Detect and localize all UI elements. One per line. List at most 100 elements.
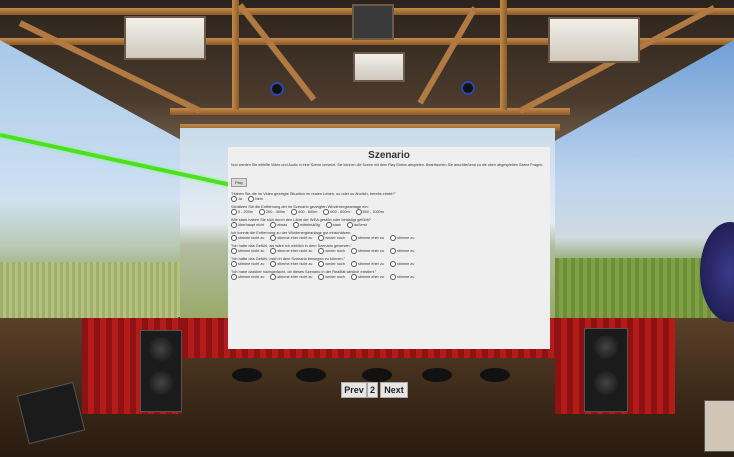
answer-option[interactable]: stimme eher nicht zu bbox=[270, 248, 312, 254]
answer-option[interactable]: überhaupt nicht bbox=[231, 222, 264, 228]
radio-button[interactable] bbox=[231, 196, 237, 202]
answer-option[interactable]: 200 - 400m bbox=[258, 209, 285, 215]
answer-option[interactable]: 800 - 1000m bbox=[355, 209, 384, 215]
radio-button[interactable] bbox=[270, 261, 277, 267]
question-block: Schätzen Sie die Entfernung der im Szena… bbox=[231, 204, 547, 215]
radio-button[interactable] bbox=[270, 274, 277, 280]
speaker bbox=[584, 328, 628, 412]
answer-option[interactable]: stimme zu bbox=[390, 235, 414, 241]
answer-option[interactable]: etwas bbox=[270, 222, 287, 228]
radio-button[interactable] bbox=[318, 274, 325, 280]
option-label: stimme eher zu bbox=[358, 275, 385, 279]
answer-option[interactable]: 400 - 600m bbox=[291, 209, 317, 215]
radio-button[interactable] bbox=[270, 248, 277, 254]
radio-button[interactable] bbox=[390, 248, 397, 254]
truss-post bbox=[232, 0, 239, 110]
answer-option[interactable]: stimme nicht zu bbox=[231, 261, 264, 267]
answer-option[interactable]: weder noch bbox=[318, 261, 345, 267]
radio-button[interactable] bbox=[325, 222, 332, 228]
option-label: stimme zu bbox=[397, 236, 415, 240]
radio-button[interactable] bbox=[390, 261, 397, 267]
answer-option[interactable]: weder noch bbox=[318, 248, 345, 254]
radio-button[interactable] bbox=[323, 209, 330, 215]
radio-button[interactable] bbox=[318, 235, 325, 241]
answer-option[interactable]: weder noch bbox=[318, 235, 345, 241]
question-block: "Haben Sie die im Video gezeigte Situati… bbox=[231, 191, 547, 202]
radio-button[interactable] bbox=[351, 261, 358, 267]
answer-option[interactable]: stimme zu bbox=[390, 261, 414, 267]
option-label: stimme nicht zu bbox=[238, 275, 265, 279]
radio-button[interactable] bbox=[318, 261, 325, 267]
radio-button[interactable] bbox=[390, 235, 397, 241]
answer-options: Ja Nein bbox=[231, 196, 547, 202]
prev-button[interactable]: Prev bbox=[341, 382, 367, 398]
option-label: stimme zu bbox=[397, 262, 415, 266]
answer-option[interactable]: äußerst bbox=[346, 222, 367, 228]
radio-button[interactable] bbox=[355, 209, 362, 215]
question-block: Wie stark haben Sie sich durch den Lärm … bbox=[231, 217, 547, 228]
option-label: stimme eher zu bbox=[358, 262, 385, 266]
option-label: Nein bbox=[255, 197, 263, 201]
option-label: weder noch bbox=[325, 262, 346, 266]
option-label: äußerst bbox=[353, 223, 367, 227]
answer-option[interactable]: mittelmäßig bbox=[293, 222, 320, 228]
ceiling-light-fixture bbox=[548, 17, 640, 63]
answer-option[interactable]: stimme eher nicht zu bbox=[270, 261, 312, 267]
stool bbox=[480, 368, 510, 382]
answer-option[interactable]: stimme eher zu bbox=[351, 248, 384, 254]
answer-option[interactable]: stimme eher zu bbox=[351, 261, 384, 267]
radio-button[interactable] bbox=[231, 261, 237, 267]
question-list: "Haben Sie die im Video gezeigte Situati… bbox=[231, 191, 547, 280]
option-label: weder noch bbox=[325, 249, 346, 253]
radio-button[interactable] bbox=[270, 222, 277, 228]
truss-beam bbox=[170, 108, 570, 115]
answer-option[interactable]: stimme nicht zu bbox=[231, 248, 264, 254]
answer-options: stimme nicht zu stimme eher nicht zu weder… bbox=[231, 235, 547, 241]
radio-button[interactable] bbox=[270, 235, 277, 241]
stool bbox=[296, 368, 326, 382]
answer-option[interactable]: stimme eher zu bbox=[351, 274, 384, 280]
answer-option[interactable]: stimme nicht zu bbox=[231, 235, 264, 241]
radio-button[interactable] bbox=[248, 196, 255, 202]
answer-option[interactable]: stimme eher nicht zu bbox=[270, 235, 312, 241]
radio-button[interactable] bbox=[351, 248, 358, 254]
answer-option[interactable]: weder noch bbox=[318, 274, 345, 280]
answer-option[interactable]: stimme nicht zu bbox=[231, 274, 264, 280]
option-label: stimme eher nicht zu bbox=[277, 236, 313, 240]
answer-option[interactable]: stimme zu bbox=[390, 274, 414, 280]
answer-option[interactable]: Nein bbox=[248, 196, 263, 202]
radio-button[interactable] bbox=[258, 209, 265, 215]
radio-button[interactable] bbox=[231, 222, 237, 228]
option-label: stimme eher nicht zu bbox=[277, 262, 313, 266]
radio-button[interactable] bbox=[231, 274, 237, 280]
answer-option[interactable]: stark bbox=[325, 222, 341, 228]
option-label: stimme eher zu bbox=[358, 249, 385, 253]
ceiling-lamp bbox=[270, 82, 284, 96]
radio-button[interactable] bbox=[231, 209, 237, 215]
play-button[interactable]: Play bbox=[231, 178, 247, 187]
radio-button[interactable] bbox=[351, 274, 358, 280]
answer-options: überhaupt nicht etwas mittelmäßig stark äuße… bbox=[231, 222, 547, 228]
radio-button[interactable] bbox=[231, 235, 237, 241]
option-label: mittelmäßig bbox=[300, 223, 320, 227]
radio-button[interactable] bbox=[351, 235, 358, 241]
radio-button[interactable] bbox=[293, 222, 300, 228]
next-button[interactable]: Next bbox=[380, 382, 408, 398]
option-label: stimme eher nicht zu bbox=[277, 275, 313, 279]
answer-option[interactable]: 0 - 200m bbox=[231, 209, 253, 215]
radio-button[interactable] bbox=[231, 248, 237, 254]
survey-intro: Nun werden Sie mithilfe Video und Audio … bbox=[231, 163, 544, 167]
radio-button[interactable] bbox=[346, 222, 353, 228]
answer-option[interactable]: stimme zu bbox=[390, 248, 414, 254]
answer-option[interactable]: stimme eher nicht zu bbox=[270, 274, 312, 280]
radio-button[interactable] bbox=[318, 248, 325, 254]
radio-button[interactable] bbox=[291, 209, 298, 215]
question-block: Ich konnte die Entfernung zu der Windene… bbox=[231, 230, 547, 241]
speaker-cone bbox=[594, 335, 618, 359]
answer-option[interactable]: 600 - 800m bbox=[323, 209, 350, 215]
projector bbox=[352, 4, 394, 40]
answer-option[interactable]: stimme eher zu bbox=[351, 235, 384, 241]
ceiling-light-fixture bbox=[124, 16, 206, 60]
radio-button[interactable] bbox=[390, 274, 397, 280]
answer-option[interactable]: Ja bbox=[231, 196, 242, 202]
